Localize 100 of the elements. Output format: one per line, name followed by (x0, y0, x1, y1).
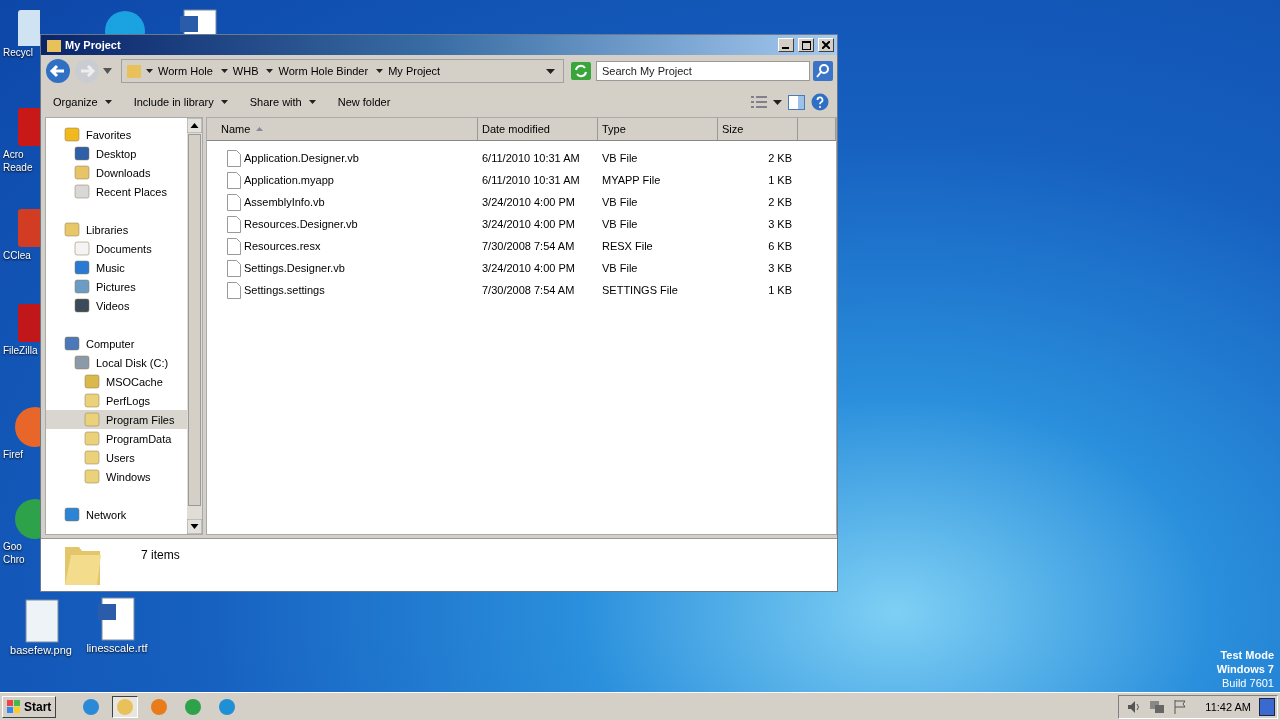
breadcrumb-item[interactable]: WHB (232, 65, 259, 77)
breadcrumb-item[interactable]: Worm Hole (158, 65, 213, 77)
navigation-item[interactable]: Windows (46, 467, 187, 486)
navigation-item[interactable]: ProgramData (46, 429, 187, 448)
navigation-item[interactable]: Libraries (46, 220, 187, 239)
table-cell: 7/30/2008 7:54 AM (482, 284, 575, 296)
breadcrumb-item[interactable]: My Project (388, 65, 441, 77)
table-cell: 2 KB (768, 152, 792, 164)
search-field[interactable]: Search My Project (596, 61, 810, 81)
table-cell: MYAPP File (602, 174, 661, 186)
caret-icon[interactable] (546, 68, 555, 74)
table-cell: 6/11/2010 10:31 AM (482, 174, 580, 186)
test-mode-text: Test Mode (1220, 648, 1274, 662)
caret-icon (308, 100, 316, 104)
column-header[interactable]: Type (598, 118, 718, 140)
file-name[interactable]: Application.myapp (244, 174, 334, 186)
file-name[interactable]: Settings.Designer.vb (244, 262, 345, 274)
nav-item-icon (74, 355, 90, 370)
nav-item-icon (84, 431, 100, 446)
caret-icon[interactable] (266, 69, 274, 73)
caret-icon[interactable] (146, 69, 153, 73)
nav-item-icon (74, 260, 90, 275)
navigation-item[interactable]: Favorites (46, 125, 187, 144)
table-cell: 2 KB (768, 196, 792, 208)
clock[interactable]: 11:42 AM (1205, 700, 1251, 713)
navigation-item[interactable]: Local Disk (C:) (46, 353, 187, 372)
navigation-item[interactable]: Network (46, 505, 187, 524)
toolbar-button[interactable]: New folder (331, 93, 397, 111)
nav-item-icon (84, 393, 100, 408)
desktop-icon-label: Recycl (2, 46, 33, 59)
start-button[interactable]: Start (2, 695, 57, 718)
toolbar-button[interactable]: Include in library (127, 93, 234, 111)
navigation-item[interactable]: Recent Places (46, 182, 187, 201)
file-name[interactable]: Resources.resx (244, 240, 321, 252)
table-cell: 3/24/2010 4:00 PM (482, 262, 575, 274)
navigation-item[interactable]: Music (46, 258, 187, 277)
file-name[interactable]: Application.Designer.vb (244, 152, 359, 164)
test-mode-text: Build 7601 (1222, 676, 1274, 690)
toolbar-button[interactable]: Organize (47, 93, 118, 111)
navigation-item[interactable]: Downloads (46, 163, 187, 182)
navigation-item[interactable]: Program Files (46, 410, 187, 429)
view-list-icon[interactable] (751, 95, 767, 109)
scroll-up-icon[interactable] (187, 118, 202, 133)
column-header[interactable]: Size (718, 118, 798, 140)
table-cell: 1 KB (768, 174, 792, 186)
table-cell: RESX File (602, 240, 653, 252)
recent-pages-caret-icon[interactable] (103, 68, 112, 74)
file-name[interactable]: Resources.Designer.vb (244, 218, 358, 230)
caret-icon[interactable] (220, 69, 228, 73)
navigation-item[interactable]: Computer (46, 334, 187, 353)
file-icon (227, 193, 241, 211)
preview-pane-icon[interactable] (788, 94, 805, 110)
navigation-item[interactable]: PerfLogs (46, 391, 187, 410)
desktop-icon-label: linesscale.rtf (86, 642, 148, 655)
column-header[interactable]: Name (207, 118, 478, 140)
test-mode-text: Windows 7 (1216, 662, 1274, 676)
close-button[interactable] (818, 38, 834, 52)
nav-item-icon (64, 222, 80, 237)
show-desktop-button[interactable] (1259, 697, 1275, 716)
navigation-item[interactable]: Videos (46, 296, 187, 315)
file-icon (227, 259, 241, 277)
breadcrumb-item[interactable]: Worm Hole Binder (278, 65, 369, 77)
navigation-item[interactable]: MSOCache (46, 372, 187, 391)
table-cell: VB File (602, 152, 638, 164)
column-header[interactable]: Date modified (478, 118, 598, 140)
flag-icon[interactable] (1173, 699, 1188, 714)
nav-item-icon (84, 412, 100, 427)
refresh-icon[interactable] (571, 62, 591, 80)
speaker-icon[interactable] (1127, 699, 1142, 714)
scroll-down-icon[interactable] (187, 519, 202, 534)
nav-item-icon (64, 127, 80, 142)
desktop-icon-label: Reade (2, 161, 33, 174)
toolbar-button[interactable]: Share with (243, 93, 322, 111)
navigation-item[interactable]: Pictures (46, 277, 187, 296)
desktop-icon-label: Chro (2, 553, 25, 566)
file-name[interactable]: AssemblyInfo.vb (244, 196, 325, 208)
caret-icon[interactable] (773, 99, 782, 105)
navigation-item[interactable]: Documents (46, 239, 187, 258)
file-name[interactable]: Settings.settings (244, 284, 325, 296)
caret-icon[interactable] (376, 69, 384, 73)
address-bar[interactable]: Worm Hole WHB Worm Hole Binder My Project (121, 59, 564, 83)
nav-item-icon (74, 241, 90, 256)
network-icon[interactable] (1149, 699, 1166, 714)
table-cell: 1 KB (768, 284, 792, 296)
back-icon[interactable] (45, 58, 71, 84)
desktop-icon-label: basefew.png (10, 644, 72, 657)
nav-item-icon (74, 184, 90, 199)
taskbar-app-icon[interactable] (112, 695, 139, 718)
minimize-button[interactable] (778, 38, 794, 52)
four-squares-icon (7, 699, 21, 714)
file-icon (227, 149, 241, 167)
search-icon[interactable] (813, 61, 833, 81)
nav-item-icon (74, 146, 90, 161)
nav-item-icon (64, 507, 80, 522)
maximize-button[interactable] (798, 38, 814, 52)
navigation-item[interactable]: Desktop (46, 144, 187, 163)
folder-icon (47, 38, 61, 52)
navigation-item[interactable]: Users (46, 448, 187, 467)
nav-item-icon (74, 165, 90, 180)
help-icon[interactable] (811, 93, 829, 111)
